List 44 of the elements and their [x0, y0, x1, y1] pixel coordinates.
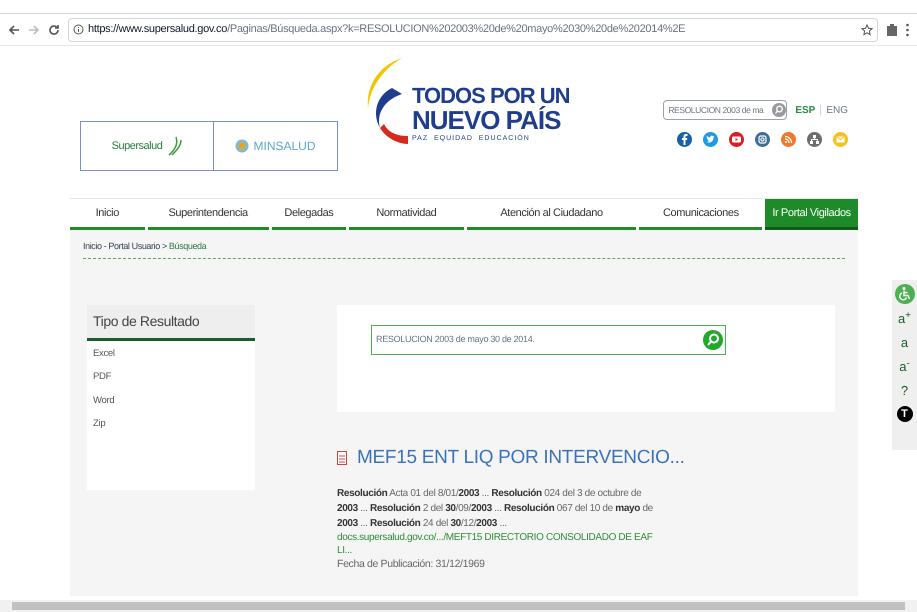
supersalud-logo-text: Supersalud: [112, 138, 162, 154]
nav-tab[interactable]: Ir Portal Vigilados: [765, 199, 858, 230]
star-icon[interactable]: [861, 24, 873, 36]
font-size-button[interactable]: a$^{+}$: [898, 310, 911, 328]
search-icon[interactable]: [772, 103, 786, 117]
horizontal-scrollbar[interactable]: [0, 600, 917, 612]
filter-link[interactable]: Excel: [93, 348, 249, 358]
publication-date: Fecha de Publicación: 31/12/1969: [337, 557, 486, 572]
search-icon[interactable]: [703, 330, 723, 350]
info-icon: [73, 24, 84, 35]
filter-link[interactable]: Word: [93, 396, 249, 405]
url-text: https://www.supersalud.gov.co/Paginas/Búsqueda.aspx?k=RESOLUCION%202003%20de%20mayo%2030%20de%202014%2E: [88, 22, 686, 38]
menu-icon[interactable]: [906, 22, 909, 36]
result-snippet: Resolución Acta 01 del 8/01/2003 ... Resolución 024 del 3 de octubre de 2003 ... Resolución 2 del 30/09/2003 ... Resolución 067 del 10 de mayo de 2003 ... Resolución 24 del 30/12/2003 ...: [337, 487, 654, 531]
header-search-field[interactable]: RESOLUCION 2003 de ma: [663, 100, 788, 120]
font-size-button[interactable]: ?: [900, 382, 908, 400]
address-bar[interactable]: https://www.supersalud.gov.co/Paginas/Búsqueda.aspx?k=RESOLUCION%202003%20de%20mayo%2030%20de%202014%2E: [68, 18, 878, 42]
wheelchair-icon[interactable]: [894, 284, 914, 304]
facebook-icon[interactable]: [677, 132, 692, 147]
font-size-button[interactable]: a$^{-}$: [899, 358, 910, 376]
search-field[interactable]: RESOLUCION 2003 de mayo 30 de 2014.: [371, 324, 726, 354]
result-title-link[interactable]: MEF15 ENT LIQ POR INTERVENCIO...: [357, 444, 685, 472]
language-link[interactable]: ENG: [826, 102, 848, 118]
language-link[interactable]: ESP: [795, 102, 816, 118]
emblem-icon: [235, 139, 250, 153]
breadcrumb: Inicio - Portal Usuario > Búsqueda: [83, 240, 845, 258]
reload-icon[interactable]: [48, 24, 60, 36]
panel-title: Tipo de Resultado: [87, 304, 255, 340]
sprout-icon: [166, 135, 182, 157]
minsalud-logo-text: MINSALUD: [253, 138, 316, 155]
slogan-line: NUEVO PAÍS: [412, 107, 562, 133]
slogan-line: TODOS POR UN: [412, 85, 570, 107]
sitemap-icon[interactable]: [807, 132, 822, 147]
back-icon[interactable]: [8, 24, 20, 36]
result-url[interactable]: docs.supersalud.gov.co/.../MEFT15 DIRECTORIO CONSOLIDADO DE EAF LI...: [337, 531, 663, 557]
font-size-button[interactable]: a: [900, 334, 908, 352]
rss-icon[interactable]: [781, 132, 796, 147]
filter-link[interactable]: Zip: [93, 419, 249, 428]
filter-link[interactable]: PDF: [93, 372, 249, 382]
pdf-file-icon: [337, 450, 347, 465]
camera-icon[interactable]: [755, 132, 770, 147]
bird-icon[interactable]: [703, 132, 718, 147]
play-icon[interactable]: [729, 132, 744, 147]
contrast-button[interactable]: T: [896, 406, 912, 422]
